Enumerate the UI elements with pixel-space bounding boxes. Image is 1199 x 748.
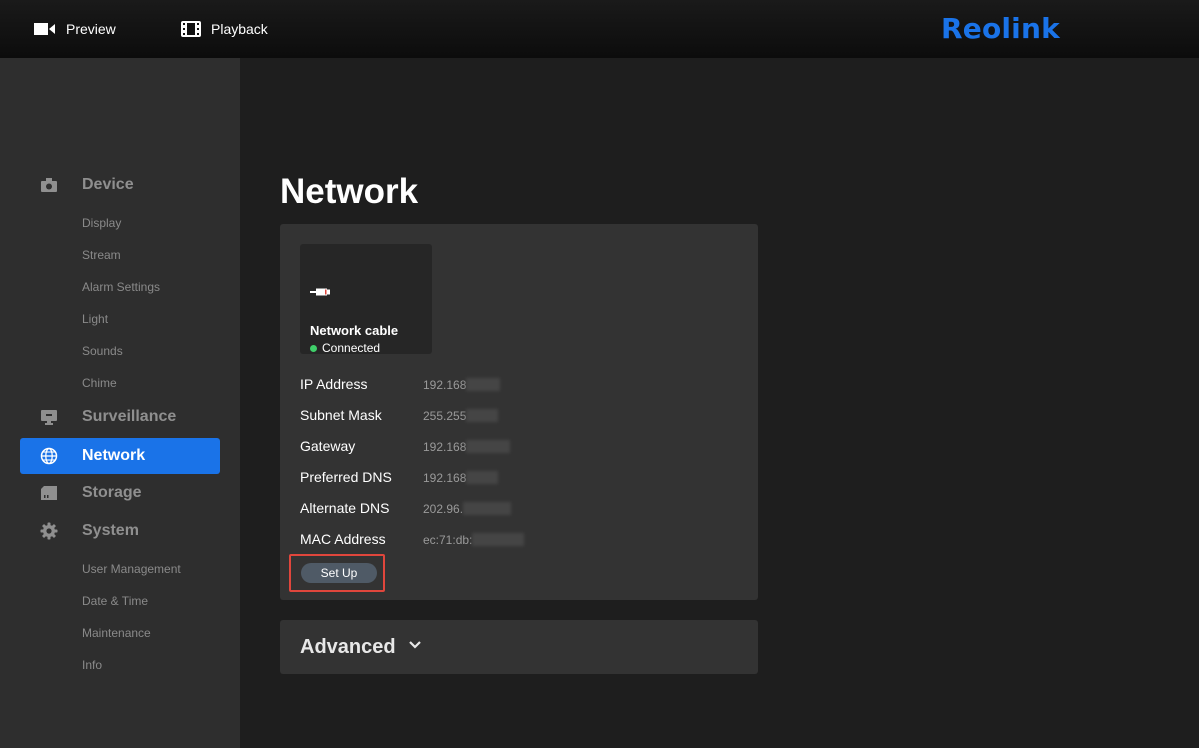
info-label: IP Address [300, 376, 368, 392]
info-label: Preferred DNS [300, 469, 392, 485]
redaction [466, 409, 499, 422]
connection-status-text: Connected [322, 341, 381, 355]
info-value-text: 255.255 [423, 409, 467, 423]
redaction [463, 502, 512, 515]
page-title: Network [280, 172, 419, 211]
sidebar-subitem-maintenance[interactable]: Maintenance [82, 626, 151, 640]
sidebar-subitem-sounds[interactable]: Sounds [82, 344, 123, 358]
status-dot [310, 344, 317, 352]
sidebar-item-label: Storage [82, 484, 142, 501]
sidebar-subitem-display[interactable]: Display [82, 216, 121, 230]
chevron-down-icon [409, 641, 421, 649]
reolink-logo: Reolink [941, 12, 1060, 45]
video-camera-icon [34, 23, 55, 35]
monitor-icon [41, 410, 57, 425]
connection-type: Network cable [310, 323, 399, 338]
top-bar: Preview Playback Reolink [0, 0, 1199, 58]
info-row-preferred-dns: Preferred DNS 192.168 [300, 469, 740, 489]
gear-icon [40, 522, 58, 540]
sidebar-item-label: Device [82, 176, 134, 193]
info-value-text: ec:71:db: [423, 533, 473, 547]
sidebar-item-system[interactable]: System [20, 513, 220, 549]
camera-icon [41, 178, 57, 192]
sidebar-subitem-chime[interactable]: Chime [82, 376, 117, 390]
info-label: Subnet Mask [300, 407, 382, 423]
sd-card-icon [41, 486, 57, 500]
sidebar-subitem-user-management[interactable]: User Management [82, 562, 181, 576]
info-value: ec:71:db: [423, 533, 525, 547]
sidebar-subitem-light[interactable]: Light [82, 312, 108, 326]
playback-label: Playback [211, 21, 268, 37]
info-label: Alternate DNS [300, 500, 390, 516]
redaction [472, 533, 525, 546]
sidebar-item-label: System [82, 522, 139, 539]
info-row-alternate-dns: Alternate DNS 202.96. [300, 500, 740, 520]
sidebar-item-surveillance[interactable]: Surveillance [20, 399, 220, 435]
info-value-text: 192.168 [423, 440, 467, 454]
sidebar-item-network[interactable]: Network [20, 438, 220, 474]
film-icon [181, 21, 201, 37]
info-row-ip-address: IP Address 192.168 [300, 376, 740, 396]
redaction [466, 378, 501, 391]
info-row-subnet-mask: Subnet Mask 255.255 [300, 407, 740, 427]
info-value-text: 192.168 [423, 378, 467, 392]
connection-tile: Network cable Connected [300, 244, 432, 355]
sidebar-subitem-date-time[interactable]: Date & Time [82, 594, 148, 608]
info-label: MAC Address [300, 531, 386, 547]
info-value-text: 192.168 [423, 471, 467, 485]
info-value: 192.168 [423, 440, 511, 454]
info-label: Gateway [300, 438, 356, 454]
info-value: 192.168 [423, 378, 501, 392]
playback-tab[interactable]: Playback [181, 0, 268, 58]
ethernet-plug-icon [310, 288, 330, 296]
preview-tab[interactable]: Preview [34, 0, 116, 58]
advanced-label: Advanced [300, 636, 396, 658]
setup-highlight: Set Up [289, 554, 385, 592]
info-value: 202.96. [423, 502, 512, 516]
redaction [466, 440, 511, 453]
info-value: 192.168 [423, 471, 499, 485]
globe-icon [40, 447, 58, 465]
info-row-mac-address: MAC Address ec:71:db: [300, 531, 740, 551]
sidebar-item-label: Network [82, 447, 146, 464]
sidebar-subitem-info[interactable]: Info [82, 658, 102, 672]
sidebar-item-label: Surveillance [82, 408, 177, 425]
info-value: 255.255 [423, 409, 499, 423]
setup-button[interactable]: Set Up [301, 563, 377, 583]
sidebar-subitem-alarm-settings[interactable]: Alarm Settings [82, 280, 160, 294]
info-value-text: 202.96. [423, 502, 464, 516]
advanced-section-toggle[interactable]: Advanced [280, 620, 758, 674]
sidebar-subitem-stream[interactable]: Stream [82, 248, 121, 262]
info-row-gateway: Gateway 192.168 [300, 438, 740, 458]
connection-status: Connected [310, 341, 380, 355]
redaction [466, 471, 499, 484]
sidebar-item-device[interactable]: Device [20, 167, 220, 203]
sidebar-item-storage[interactable]: Storage [20, 475, 220, 511]
preview-label: Preview [66, 21, 116, 37]
network-info-card: Network cable Connected IP Address 192.1… [280, 224, 758, 600]
